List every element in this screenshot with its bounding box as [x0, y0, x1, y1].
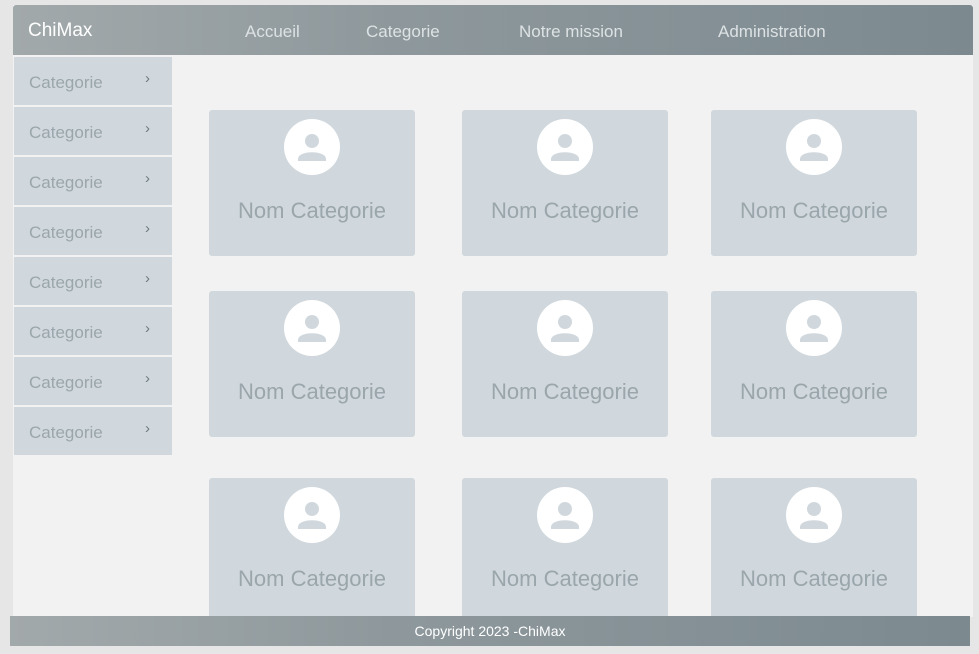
sidebar-item-categorie[interactable]: Categorie › [14, 107, 172, 155]
footer: Copyright 2023 -ChiMax [10, 616, 970, 646]
chevron-right-icon: › [145, 370, 150, 387]
category-card[interactable]: Nom Categorie [209, 110, 415, 256]
sidebar-item-categorie[interactable]: Categorie › [14, 157, 172, 205]
sidebar-item-categorie[interactable]: Categorie › [14, 207, 172, 255]
chevron-right-icon: › [145, 270, 150, 287]
category-card-title: Nom Categorie [238, 566, 386, 591]
nav-link-categorie[interactable]: Categorie [366, 22, 440, 42]
chevron-right-icon: › [145, 170, 150, 187]
chevron-right-icon: › [145, 120, 150, 137]
user-icon [284, 119, 340, 175]
category-card[interactable]: Nom Categorie [462, 478, 668, 617]
user-icon [284, 300, 340, 356]
category-card[interactable]: Nom Categorie [711, 291, 917, 437]
sidebar-item-categorie[interactable]: Categorie › [14, 57, 172, 105]
category-card[interactable]: Nom Categorie [209, 291, 415, 437]
sidebar-item-categorie[interactable]: Categorie › [14, 407, 172, 455]
chevron-right-icon: › [145, 320, 150, 337]
user-icon [786, 487, 842, 543]
brand-logo[interactable]: ChiMax [28, 20, 92, 42]
category-card[interactable]: Nom Categorie [711, 478, 917, 617]
sidebar-item-label: Categorie [29, 323, 103, 342]
user-icon [284, 487, 340, 543]
page-frame: ChiMax Accueil Categorie Notre mission A… [13, 5, 973, 617]
category-card-title: Nom Categorie [740, 198, 888, 223]
chevron-right-icon: › [145, 70, 150, 87]
sidebar-item-label: Categorie [29, 223, 103, 242]
category-card-title: Nom Categorie [491, 566, 639, 591]
sidebar-item-categorie[interactable]: Categorie › [14, 257, 172, 305]
category-card[interactable]: Nom Categorie [209, 478, 415, 617]
user-icon [537, 300, 593, 356]
user-icon [537, 487, 593, 543]
sidebar-item-label: Categorie [29, 273, 103, 292]
navbar: ChiMax Accueil Categorie Notre mission A… [13, 5, 973, 55]
user-icon [786, 119, 842, 175]
sidebar-item-categorie[interactable]: Categorie › [14, 307, 172, 355]
sidebar-item-categorie[interactable]: Categorie › [14, 357, 172, 405]
category-card-title: Nom Categorie [740, 566, 888, 591]
nav-link-accueil[interactable]: Accueil [245, 22, 300, 42]
sidebar-item-label: Categorie [29, 373, 103, 392]
sidebar-item-label: Categorie [29, 73, 103, 92]
category-card[interactable]: Nom Categorie [711, 110, 917, 256]
category-card-title: Nom Categorie [491, 379, 639, 404]
chevron-right-icon: › [145, 220, 150, 237]
sidebar-item-label: Categorie [29, 173, 103, 192]
category-card-title: Nom Categorie [238, 379, 386, 404]
sidebar-item-label: Categorie [29, 423, 103, 442]
sidebar: Categorie › Categorie › Categorie › Cate… [14, 57, 172, 457]
user-icon [786, 300, 842, 356]
category-card[interactable]: Nom Categorie [462, 110, 668, 256]
category-card-title: Nom Categorie [491, 198, 639, 223]
category-card-title: Nom Categorie [740, 379, 888, 404]
nav-link-administration[interactable]: Administration [718, 22, 826, 42]
category-card[interactable]: Nom Categorie [462, 291, 668, 437]
nav-link-notre-mission[interactable]: Notre mission [519, 22, 623, 42]
sidebar-item-label: Categorie [29, 123, 103, 142]
user-icon [537, 119, 593, 175]
category-card-title: Nom Categorie [238, 198, 386, 223]
copyright-text: Copyright 2023 -ChiMax [414, 623, 566, 639]
chevron-right-icon: › [145, 420, 150, 437]
